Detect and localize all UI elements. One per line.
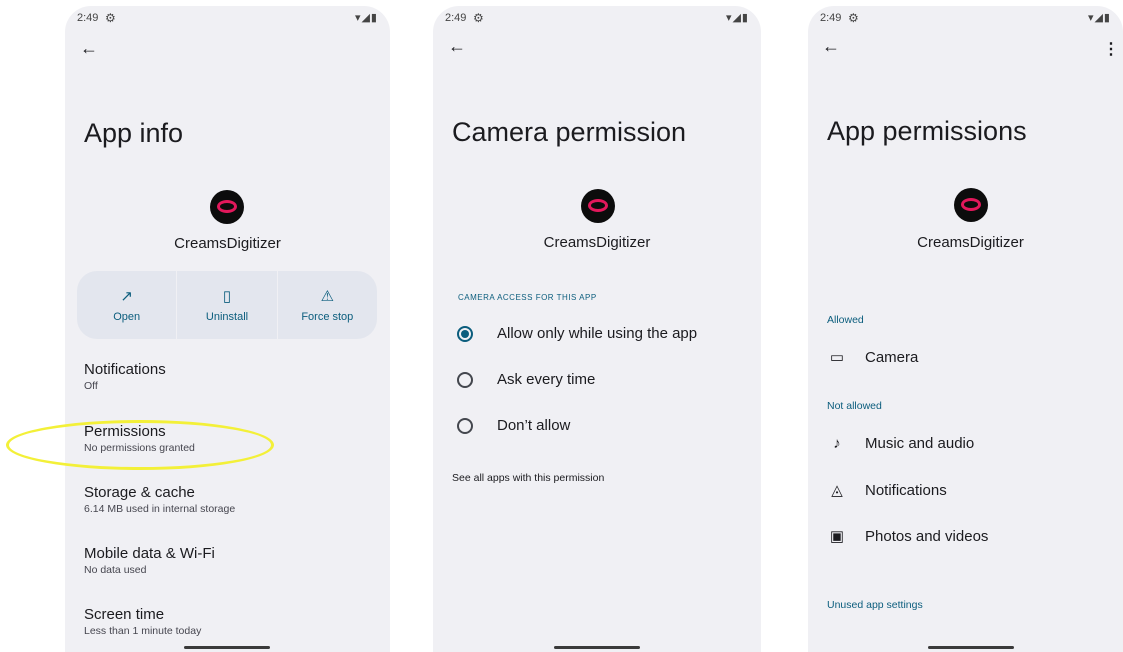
option-dont-allow[interactable]: Don’t allow xyxy=(457,417,570,434)
pref-storage[interactable]: Storage & cache 6.14 MB used in internal… xyxy=(84,484,235,515)
page-title: App info xyxy=(84,118,184,148)
system-status-icons: ▾◢▮ xyxy=(1087,12,1111,24)
radio-selected-icon xyxy=(457,325,473,342)
system-status-icons: ▾◢▮ xyxy=(725,12,749,24)
app-icon xyxy=(954,188,988,222)
app-actions-card: ↗ Open ▯ Uninstall ⚠ Force stop xyxy=(77,271,377,339)
page-title: App permissions xyxy=(827,116,1027,146)
pref-summary: Off xyxy=(84,380,98,392)
permission-label: Camera xyxy=(865,348,919,366)
pref-mobile-data[interactable]: Mobile data & Wi-Fi No data used xyxy=(84,545,215,576)
camera-permission-screen: 2:49 ⚙ ▾◢▮ ← Camera permission CreamsDig… xyxy=(433,6,761,652)
permission-camera[interactable]: ▭ Camera xyxy=(827,348,919,367)
gesture-handle xyxy=(554,646,640,649)
bell-icon: ◬ xyxy=(831,482,843,499)
settings-status-icon: ⚙ xyxy=(105,11,116,25)
unused-app-settings-header: Unused app settings xyxy=(827,599,923,611)
permission-notifications[interactable]: ◬ Notifications xyxy=(827,481,947,500)
status-bar: 2:49 ⚙ ▾◢▮ xyxy=(820,11,1111,28)
open-label: Open xyxy=(113,311,141,323)
permission-label: Music and audio xyxy=(865,435,975,452)
see-all-apps-link[interactable]: See all apps with this permission xyxy=(452,472,604,484)
permission-music-audio[interactable]: ♪ Music and audio xyxy=(827,435,974,452)
status-time: 2:49 xyxy=(77,12,99,24)
option-label: Ask every time xyxy=(497,371,596,388)
system-status-icons: ▾◢▮ xyxy=(354,12,378,24)
back-arrow-icon[interactable]: ← xyxy=(822,36,840,57)
pref-screen-time[interactable]: Screen time Less than 1 minute today xyxy=(84,606,201,637)
uninstall-label: Uninstall xyxy=(205,311,249,323)
gesture-handle xyxy=(928,646,1014,649)
photo-library-icon: ▣ xyxy=(829,528,845,545)
radio-unselected-icon xyxy=(457,371,473,388)
app-info-screen: 2:49 ⚙ ▾◢▮ ← App info CreamsDigitizer ↗ … xyxy=(65,6,390,652)
not-allowed-header: Not allowed xyxy=(827,400,882,412)
back-arrow-icon[interactable]: ← xyxy=(80,38,98,59)
back-arrow-icon[interactable]: ← xyxy=(448,36,466,57)
open-external-icon: ↗ xyxy=(120,288,133,305)
permission-label: Photos and videos xyxy=(865,527,989,545)
settings-status-icon: ⚙ xyxy=(848,11,859,25)
app-name: CreamsDigitizer xyxy=(917,234,1024,251)
warning-icon: ⚠ xyxy=(320,288,335,305)
section-header: CAMERA ACCESS FOR THIS APP xyxy=(458,293,597,302)
page-title: Camera permission xyxy=(452,117,687,147)
camera-icon: ▭ xyxy=(829,349,845,366)
uninstall-button[interactable]: ▯ Uninstall xyxy=(176,271,276,339)
force-stop-label: Force stop xyxy=(301,311,354,323)
settings-status-icon: ⚙ xyxy=(473,11,484,25)
option-label: Don’t allow xyxy=(497,417,571,434)
permission-label: Notifications xyxy=(865,481,947,499)
pref-title: Screen time xyxy=(84,606,165,623)
option-ask-every-time[interactable]: Ask every time xyxy=(457,371,595,388)
allowed-header: Allowed xyxy=(827,314,864,326)
app-icon xyxy=(210,190,244,224)
force-stop-button[interactable]: ⚠ Force stop xyxy=(276,271,377,339)
pref-notifications[interactable]: Notifications Off xyxy=(84,361,166,392)
pref-summary: 6.14 MB used in internal storage xyxy=(84,503,236,515)
app-permissions-screen: 2:49 ⚙ ▾◢▮ ← ⋮ App permissions CreamsDig… xyxy=(808,6,1123,652)
pref-summary: No data used xyxy=(84,564,147,576)
app-name: CreamsDigitizer xyxy=(543,234,651,251)
trash-icon: ▯ xyxy=(222,288,232,305)
more-options-icon[interactable]: ⋮ xyxy=(1103,39,1119,59)
app-icon xyxy=(581,189,615,223)
pref-title: Mobile data & Wi-Fi xyxy=(84,545,215,562)
gesture-handle xyxy=(184,646,270,649)
pref-title: Storage & cache xyxy=(84,484,195,501)
radio-unselected-icon xyxy=(457,417,473,434)
status-bar: 2:49 ⚙ ▾◢▮ xyxy=(445,11,749,28)
music-note-icon: ♪ xyxy=(833,435,841,452)
option-allow-while-using[interactable]: Allow only while using the app xyxy=(457,325,697,342)
permission-photos-videos[interactable]: ▣ Photos and videos xyxy=(827,527,989,546)
highlight-annotation xyxy=(6,420,274,470)
open-button[interactable]: ↗ Open xyxy=(77,271,176,339)
option-label: Allow only while using the app xyxy=(497,325,698,342)
status-time: 2:49 xyxy=(445,12,467,24)
status-bar: 2:49 ⚙ ▾◢▮ xyxy=(77,11,378,28)
app-name: CreamsDigitizer xyxy=(174,235,281,252)
pref-summary: Less than 1 minute today xyxy=(84,625,202,637)
pref-title: Notifications xyxy=(84,361,166,378)
status-time: 2:49 xyxy=(820,12,842,24)
